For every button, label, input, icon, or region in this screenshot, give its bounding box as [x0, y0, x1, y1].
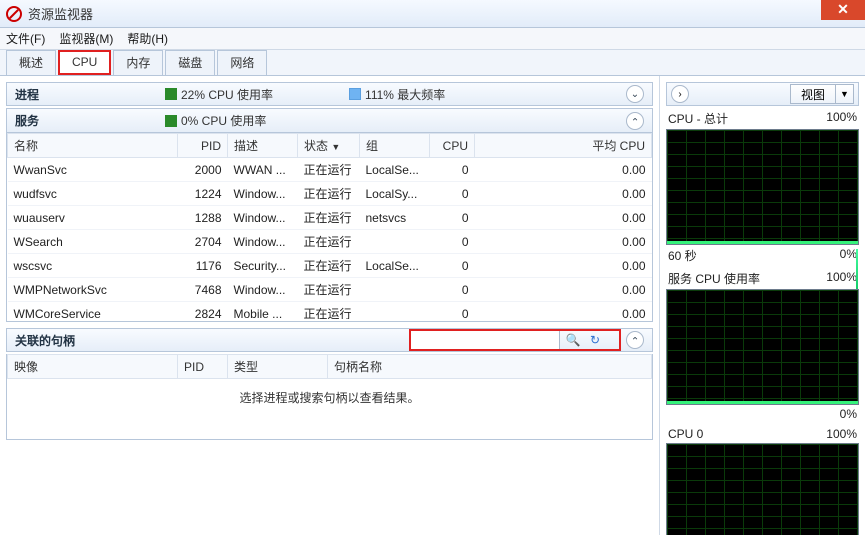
- right-pane-toolbar: › 视图 ▼: [666, 82, 859, 106]
- graph-top-label: 100%: [826, 270, 857, 287]
- graph-title: CPU - 总计: [668, 110, 728, 127]
- col-group[interactable]: 组: [360, 134, 430, 158]
- hcol-image[interactable]: 映像: [8, 355, 178, 379]
- graph-box: 服务 CPU 使用率 100% 0%: [666, 270, 859, 421]
- view-button[interactable]: 视图: [790, 84, 836, 104]
- table-row[interactable]: wscsvc1176Security...正在运行LocalSe...00.00: [8, 254, 652, 278]
- table-row[interactable]: wuauserv1288Window...正在运行netsvcs00.00: [8, 206, 652, 230]
- graph-title: CPU 0: [668, 427, 703, 441]
- table-row[interactable]: WSearch2704Window...正在运行00.00: [8, 230, 652, 254]
- graph-bottom-left: 60 秒: [668, 247, 697, 264]
- process-section-bar[interactable]: 进程 22% CPU 使用率 111% 最大频率 ⌄: [6, 82, 653, 106]
- process-cpu-usage: 22% CPU 使用率: [165, 86, 273, 103]
- graph-top-label: 100%: [826, 110, 857, 127]
- tab-row: 概述 CPU 内存 磁盘 网络: [0, 50, 865, 76]
- graph-bottom-right: 0%: [840, 247, 857, 264]
- hcol-type[interactable]: 类型: [228, 355, 328, 379]
- window-title: 资源监视器: [28, 4, 93, 23]
- services-section-bar[interactable]: 服务 0% CPU 使用率 ⌄: [7, 109, 652, 133]
- tab-disk[interactable]: 磁盘: [165, 50, 215, 75]
- hcol-pid[interactable]: PID: [178, 355, 228, 379]
- search-icon[interactable]: 🔍: [564, 331, 582, 349]
- col-name[interactable]: 名称: [8, 134, 178, 158]
- nav-right-icon[interactable]: ›: [671, 85, 689, 103]
- table-row[interactable]: WMPNetworkSvc7468Window...正在运行00.00: [8, 278, 652, 302]
- handles-search-input[interactable]: [410, 330, 560, 350]
- col-desc[interactable]: 描述: [228, 134, 298, 158]
- services-collapse-icon[interactable]: ⌄: [626, 112, 644, 130]
- table-row[interactable]: WMCoreService2824Mobile ...正在运行00.00: [8, 302, 652, 320]
- tab-overview[interactable]: 概述: [6, 50, 56, 75]
- graph-canvas: [666, 289, 859, 405]
- handles-title: 关联的句柄: [15, 332, 165, 349]
- graph-canvas: [666, 129, 859, 245]
- process-expand-icon[interactable]: ⌄: [626, 85, 644, 103]
- menu-monitor[interactable]: 监视器(M): [59, 30, 113, 47]
- handles-section-bar[interactable]: 关联的句柄 🔍 ↻ ⌄: [6, 328, 653, 352]
- app-icon: [6, 6, 22, 22]
- tab-memory[interactable]: 内存: [113, 50, 163, 75]
- menu-bar: 文件(F) 监视器(M) 帮助(H): [0, 28, 865, 50]
- refresh-icon[interactable]: ↻: [586, 331, 604, 349]
- right-pane: › 视图 ▼ CPU - 总计 100% 60 秒 0% 服务 CPU 使用率 100…: [660, 76, 865, 535]
- col-cpu[interactable]: CPU: [430, 134, 475, 158]
- services-title: 服务: [15, 112, 165, 129]
- left-pane: 进程 22% CPU 使用率 111% 最大频率 ⌄ 服务 0% CPU 使用率…: [0, 76, 660, 535]
- title-bar: 资源监视器 ✕: [0, 0, 865, 28]
- handles-content: 映像 PID 类型 句柄名称 选择进程或搜索句柄以查看结果。: [6, 354, 653, 440]
- tab-network[interactable]: 网络: [217, 50, 267, 75]
- menu-help[interactable]: 帮助(H): [127, 30, 168, 47]
- col-avgcpu[interactable]: 平均 CPU: [475, 134, 652, 158]
- view-dropdown-icon[interactable]: ▼: [836, 84, 854, 104]
- table-row[interactable]: wudfsvc1224Window...正在运行LocalSy...00.00: [8, 182, 652, 206]
- tab-cpu[interactable]: CPU: [58, 50, 111, 75]
- cpu-usage-swatch-icon: [165, 88, 177, 100]
- services-cpu-usage: 0% CPU 使用率: [165, 112, 266, 129]
- graph-canvas: [666, 443, 859, 535]
- col-pid[interactable]: PID: [178, 134, 228, 158]
- handles-collapse-icon[interactable]: ⌄: [626, 331, 644, 349]
- table-row[interactable]: WwanSvc2000WWAN ...正在运行LocalSe...00.00: [8, 158, 652, 182]
- services-section: 服务 0% CPU 使用率 ⌄ 名称 PID 描述 状态 ▼ 组 CPU 平均 …: [6, 108, 653, 322]
- menu-file[interactable]: 文件(F): [6, 30, 45, 47]
- graph-bottom-right: 0%: [840, 407, 857, 421]
- close-button[interactable]: ✕: [821, 0, 865, 20]
- svc-cpu-swatch-icon: [165, 115, 177, 127]
- hcol-handle-name[interactable]: 句柄名称: [328, 355, 652, 379]
- process-max-freq: 111% 最大频率: [349, 86, 445, 103]
- graph-top-label: 100%: [826, 427, 857, 441]
- handles-placeholder: 选择进程或搜索句柄以查看结果。: [7, 379, 652, 406]
- graph-title: 服务 CPU 使用率: [668, 270, 760, 287]
- max-freq-swatch-icon: [349, 88, 361, 100]
- graph-box: CPU 0 100%: [666, 427, 859, 535]
- col-status[interactable]: 状态 ▼: [298, 134, 360, 158]
- services-table: 名称 PID 描述 状态 ▼ 组 CPU 平均 CPU WwanSvc2000W…: [7, 133, 652, 319]
- graph-box: CPU - 总计 100% 60 秒 0%: [666, 110, 859, 264]
- process-title: 进程: [15, 86, 165, 103]
- handles-search-wrap: 🔍 ↻: [410, 330, 620, 350]
